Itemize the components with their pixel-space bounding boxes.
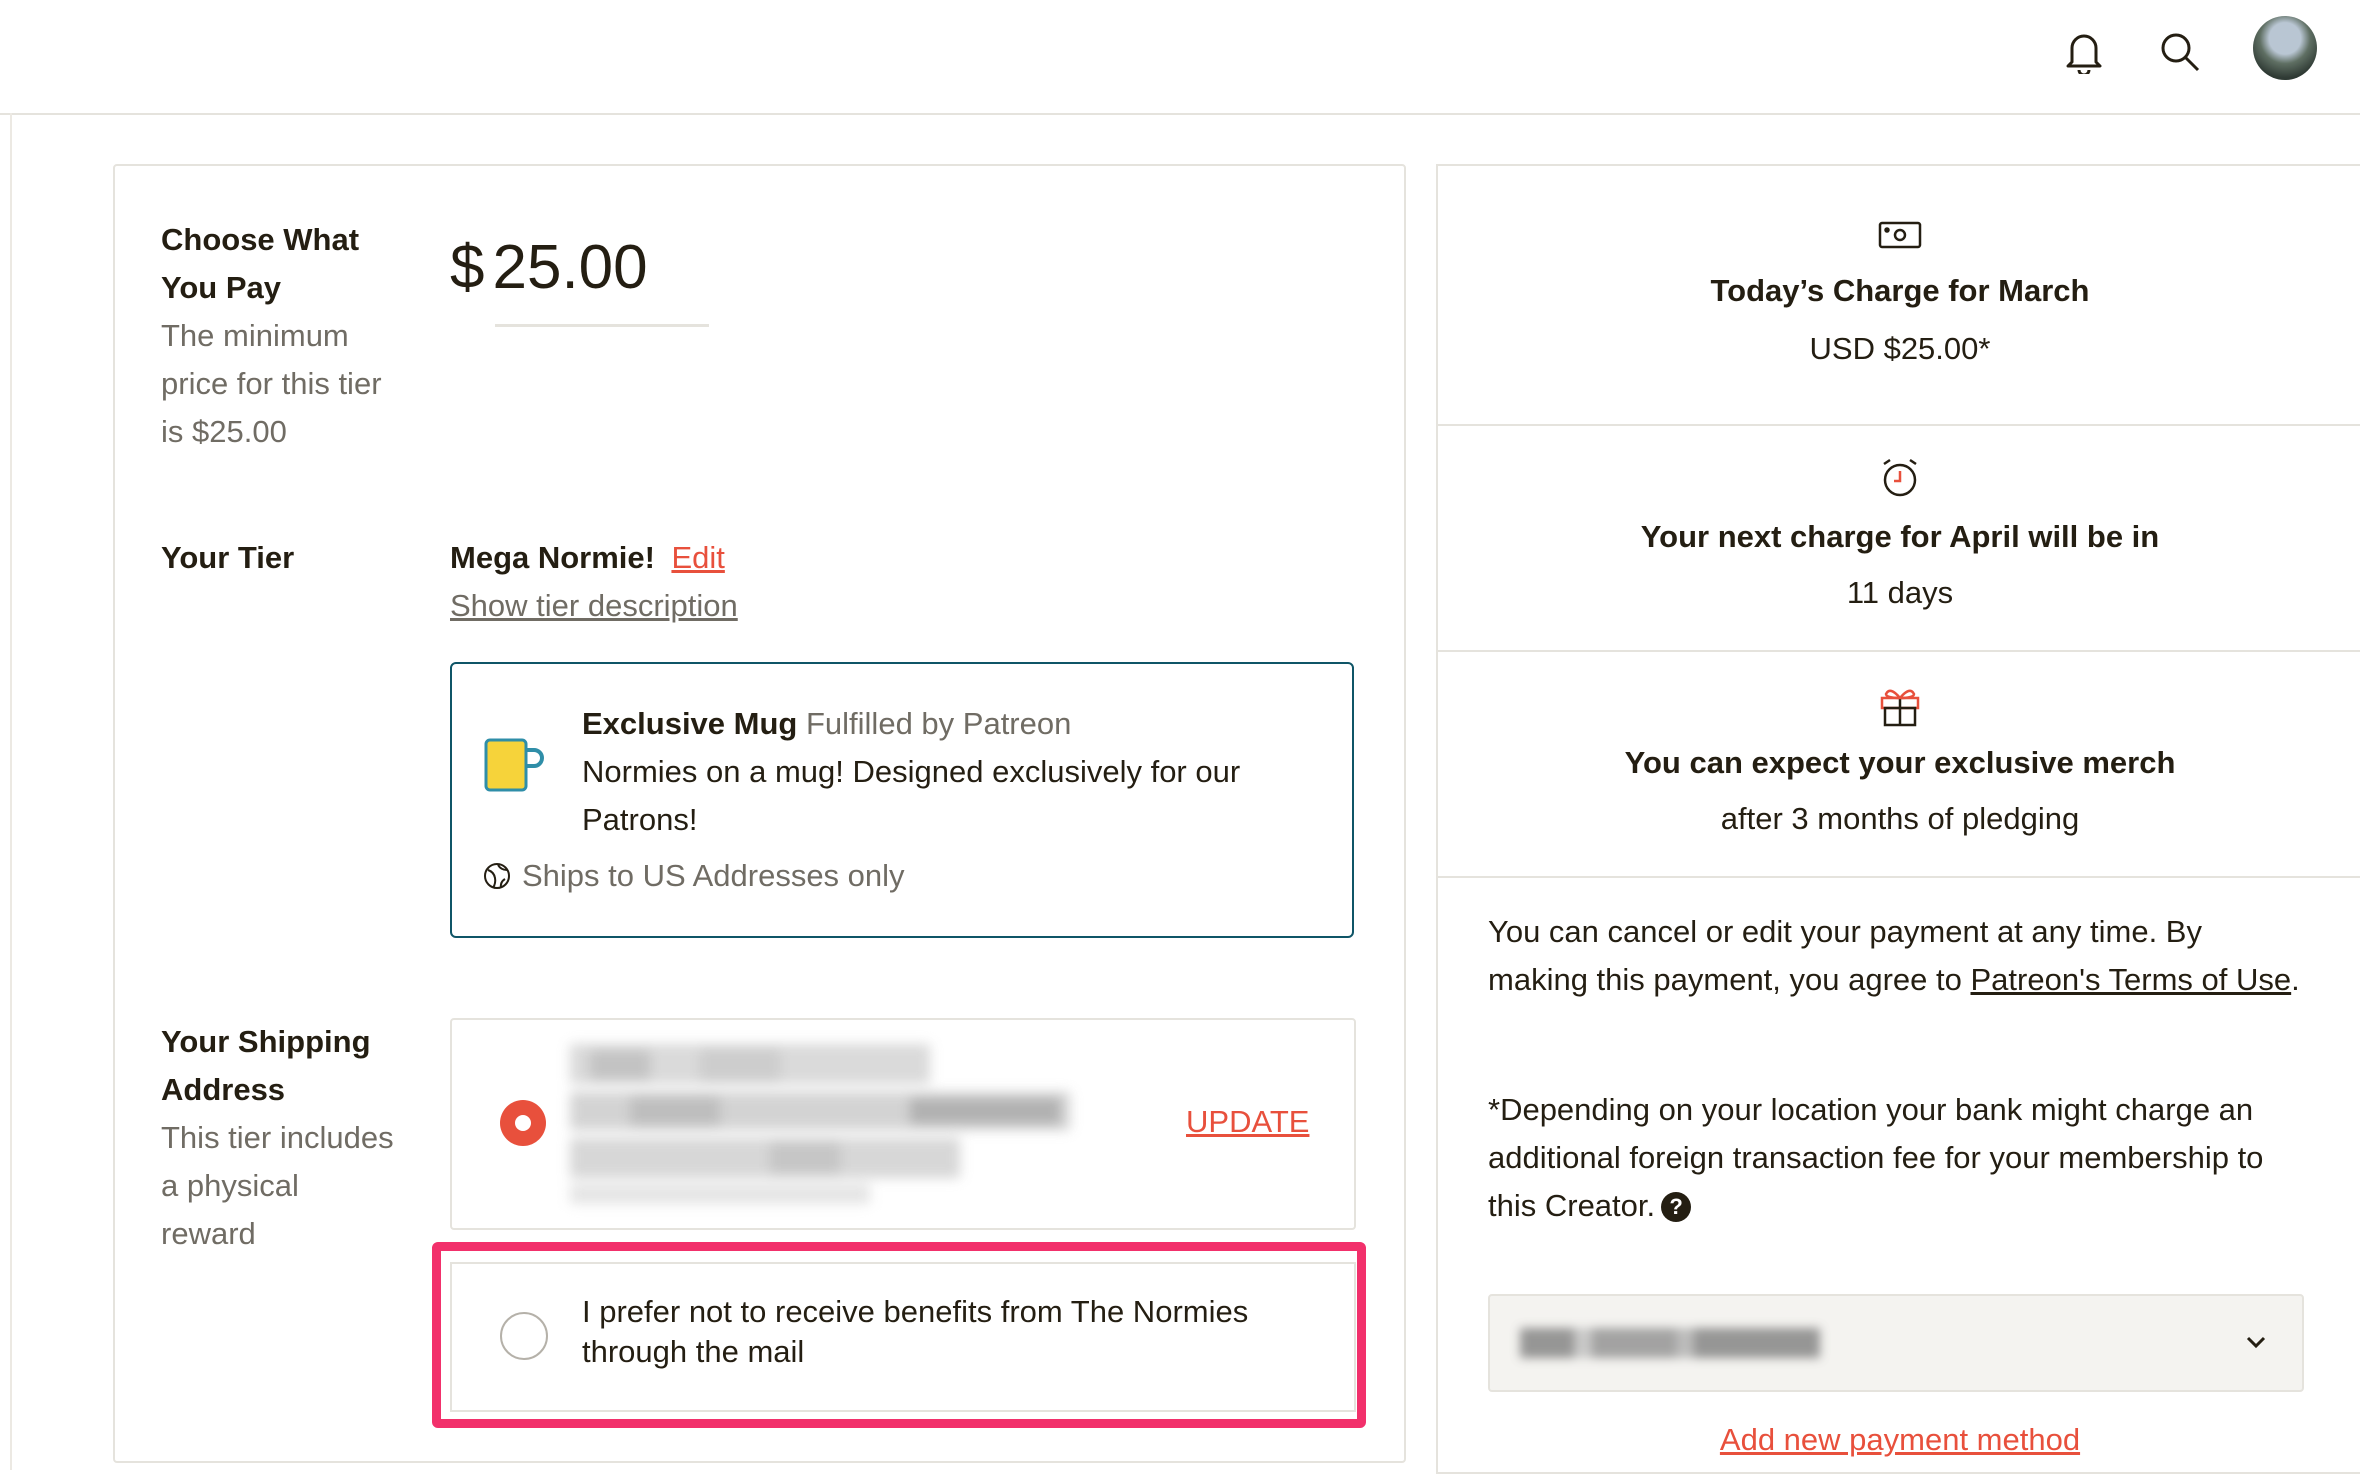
- merch-section: You can expect your exclusive merch afte…: [1438, 682, 2360, 837]
- next-charge-section: Your next charge for April will be in 11…: [1438, 456, 2360, 611]
- search-icon[interactable]: [2152, 24, 2208, 80]
- currency-symbol: $: [450, 233, 485, 302]
- shipping-label: Your Shipping Address: [161, 1024, 371, 1107]
- help-icon[interactable]: ?: [1661, 1192, 1692, 1222]
- terms-of-use-link[interactable]: Patreon's Terms of Use: [1971, 962, 2292, 997]
- divider: [1438, 650, 2360, 652]
- divider: [1438, 876, 2360, 878]
- benefit-title: Exclusive Mug: [582, 706, 798, 741]
- bell-icon[interactable]: [2056, 24, 2112, 80]
- saved-address-option[interactable]: UPDATE: [450, 1018, 1356, 1230]
- benefit-text: Exclusive Mug Fulfilled by Patreon Normi…: [582, 700, 1322, 844]
- cancel-paragraph: You can cancel or edit your payment at a…: [1488, 908, 2308, 1004]
- fee-paragraph: *Depending on your location your bank mi…: [1488, 1086, 2308, 1230]
- payment-method-select[interactable]: [1488, 1294, 2304, 1392]
- redacted-payment-method: [1520, 1328, 1820, 1358]
- charge-section: Today’s Charge for March USD $25.00*: [1438, 220, 2360, 367]
- your-tier-label: Your Tier: [161, 540, 295, 575]
- edit-tier-link[interactable]: Edit: [671, 540, 724, 575]
- redacted-address: [570, 1044, 1070, 1204]
- benefit-description: Normies on a mug! Designed exclusively f…: [582, 754, 1241, 837]
- charge-title: Today’s Charge for March: [1710, 273, 2090, 308]
- merch-value: after 3 months of pledging: [1720, 801, 2080, 836]
- minimum-price-note: The minimum price for this tier is $25.0…: [161, 318, 382, 449]
- next-charge-value: 11 days: [1846, 575, 1954, 610]
- mug-icon: [482, 734, 544, 794]
- address-radio-selected[interactable]: [500, 1100, 546, 1146]
- charge-amount: USD $25.00*: [1809, 331, 1991, 366]
- shipping-section-label: Your Shipping Address This tier includes…: [161, 1018, 401, 1258]
- price-underline: [495, 324, 709, 327]
- tier-name: Mega Normie!: [450, 540, 655, 575]
- show-tier-description-link[interactable]: Show tier description: [450, 582, 738, 630]
- cancel-period: .: [2291, 962, 2300, 997]
- benefit-fulfilled: Fulfilled by Patreon: [805, 706, 1072, 741]
- update-address-link[interactable]: UPDATE: [1186, 1104, 1309, 1140]
- add-payment-row: Add new payment method: [1438, 1422, 2360, 1458]
- summary-card: Today’s Charge for March USD $25.00* You…: [1436, 164, 2360, 1474]
- avatar[interactable]: [2253, 16, 2317, 80]
- add-payment-method-link[interactable]: Add new payment method: [1720, 1422, 2080, 1457]
- tier-name-row: Mega Normie! Edit: [450, 534, 725, 588]
- benefit-card: Exclusive Mug Fulfilled by Patreon Normi…: [450, 662, 1354, 938]
- ships-text: Ships to US Addresses only: [522, 858, 905, 893]
- merch-title: You can expect your exclusive merch: [1624, 745, 2176, 780]
- top-header: [0, 0, 2360, 115]
- chevron-down-icon: [2246, 1336, 2266, 1349]
- gift-icon: [1880, 689, 1920, 727]
- fee-note: *Depending on your location your bank mi…: [1488, 1092, 2264, 1223]
- globe-icon: [484, 863, 510, 889]
- ships-note: Ships to US Addresses only: [482, 858, 905, 894]
- price-input[interactable]: $ 25.00: [450, 232, 648, 303]
- next-charge-title: Your next charge for April will be in: [1640, 519, 2160, 554]
- price-amount[interactable]: 25.00: [492, 232, 647, 303]
- choose-pay-label: Choose What You Pay: [161, 222, 360, 305]
- shipping-sublabel: This tier includes a physical reward: [161, 1120, 394, 1251]
- alarm-clock-icon: [1883, 458, 1917, 497]
- divider: [1438, 424, 2360, 426]
- cash-icon: [1878, 221, 1922, 249]
- choose-pay-section: Choose What You Pay The minimum price fo…: [161, 216, 401, 456]
- left-edge-divider: [10, 113, 12, 1470]
- highlight-box: [432, 1242, 1366, 1428]
